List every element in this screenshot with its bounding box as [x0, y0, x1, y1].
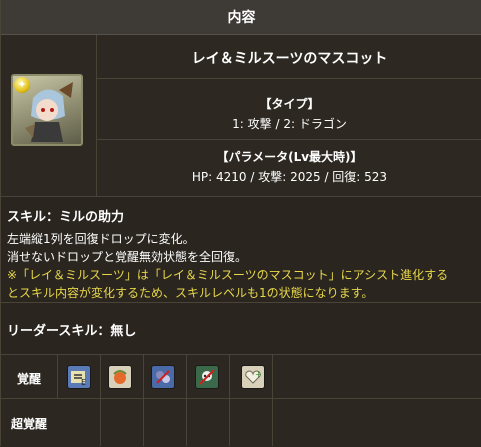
leader-skill-title: リーダースキル：無し [7, 324, 137, 339]
skill-description-line: 消せないドロップと覚醒無効状態を全回復。 [7, 250, 248, 264]
svg-text:+: + [255, 370, 262, 379]
awakening-label: 覚醒 [16, 372, 41, 386]
skill-title: スキル：ミルの助力 [7, 210, 125, 225]
poison-resist-icon[interactable] [195, 365, 219, 389]
heart-plus-icon[interactable]: + [241, 365, 265, 389]
divider [143, 355, 144, 446]
bind-resist-icon[interactable] [108, 365, 132, 389]
divider [97, 78, 481, 79]
super-awakening-label: 超覚醒 [10, 417, 47, 431]
divider [186, 355, 187, 446]
content-panel: 内容 ✦ レイ＆ミルスーツのマスコット 【タイプ】 1: 攻撃 / 2: ドラゴ… [0, 0, 481, 447]
divider [272, 355, 273, 446]
skill-note-line: ※「レイ＆ミルスーツ」は「レイ＆ミルスーツのマスコット」にアシスト進化する [7, 268, 449, 282]
params-heading: 【パラメータ(Lv最大時)】 [216, 150, 363, 164]
params-value: HP: 4210 / 攻撃: 2025 / 回復: 523 [191, 170, 388, 184]
svg-text:E: E [81, 378, 86, 387]
skill-note-line: とスキル内容が変化するため、スキルレベルも1の状態になります。 [7, 286, 374, 300]
divider [100, 355, 101, 446]
panel-title: 内容 [227, 10, 256, 26]
skill-description-line: 左端縦1列を回復ドロップに変化。 [7, 232, 195, 246]
card-avatar[interactable]: ✦ [11, 74, 83, 146]
light-attribute-icon: ✦ [14, 77, 30, 93]
divider [97, 139, 481, 140]
jammer-resist-icon[interactable] [151, 365, 175, 389]
type-heading: 【タイプ】 [259, 97, 320, 111]
divider [229, 355, 230, 446]
skill-boost-icon[interactable]: E [67, 365, 91, 389]
super-awakening-row [1, 398, 481, 447]
card-name: レイ＆ミルスーツのマスコット [191, 51, 388, 67]
type-value: 1: 攻撃 / 2: ドラゴン [232, 117, 347, 131]
panel-header: 内容 [1, 0, 481, 35]
